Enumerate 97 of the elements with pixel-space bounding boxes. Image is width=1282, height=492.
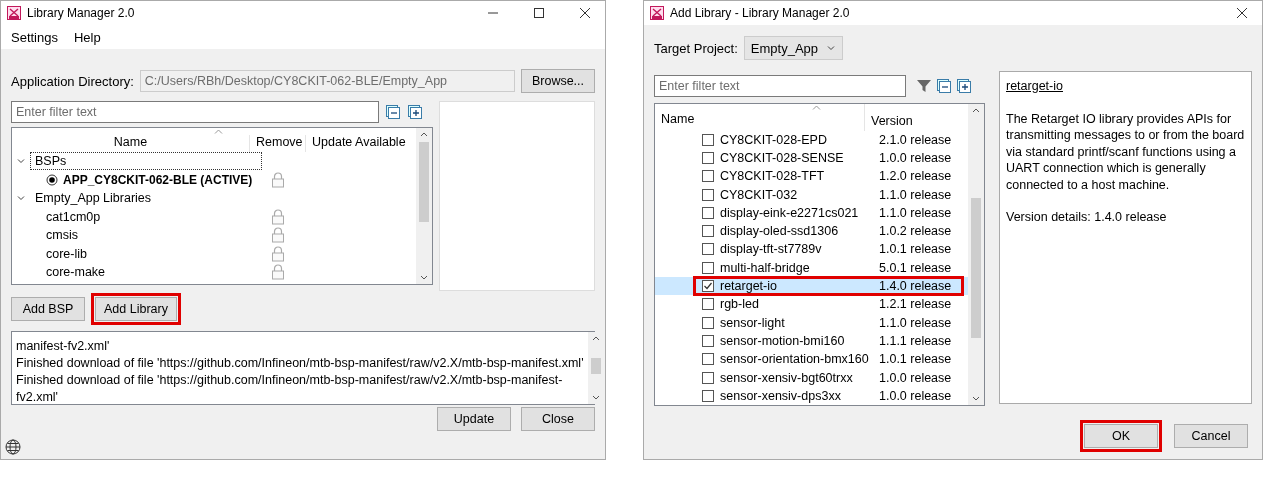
library-name: sensor-xensiv-bgt60trxx: [719, 370, 854, 385]
window-title: Library Manager 2.0: [27, 6, 136, 20]
selected-row[interactable]: retarget-io 1.4.0 release: [655, 276, 968, 296]
footer-button[interactable]: Close: [521, 407, 595, 431]
library-version: 1.1.0 release: [879, 187, 953, 202]
tree-item[interactable]: APP_CY8CKIT-062-BLE (ACTIVE): [63, 172, 253, 187]
tree-item[interactable]: core-make: [46, 265, 106, 280]
close-icon[interactable]: [577, 5, 593, 21]
library-name: retarget-io: [719, 279, 778, 294]
checkbox[interactable]: [702, 389, 714, 402]
checkbox[interactable]: [702, 170, 714, 183]
collapse-all-icon[interactable]: [936, 78, 952, 94]
scrollbar[interactable]: [416, 128, 432, 284]
dialog-button[interactable]: Cancel: [1174, 424, 1248, 448]
footer-button[interactable]: Update: [437, 407, 511, 431]
library-name: CY8CKIT-028-TFT: [719, 169, 826, 184]
library-version: 1.1.1 release: [879, 333, 953, 348]
sort-caret-icon: [214, 129, 223, 134]
menu-item[interactable]: Help: [66, 29, 109, 45]
tree-group[interactable]: BSPs: [30, 152, 262, 171]
library-name: CY8CKIT-028-SENSE: [719, 151, 845, 165]
checkbox[interactable]: [702, 280, 714, 293]
version-details: Version details: 1.4.0 release: [1006, 209, 1168, 226]
library-version: 1.1.0 release: [879, 205, 953, 220]
app-icon: [7, 6, 21, 20]
library-title: retarget-io: [1006, 78, 1064, 95]
column-header[interactable]: Name: [655, 104, 865, 131]
tree-item[interactable]: cat1cm0p: [46, 209, 101, 224]
filter-field[interactable]: Enter filter text: [654, 75, 906, 97]
log-text: manifest-fv2.xml' Finished download of file 'https://github.com/Infineon/mtb-bsp-manifest/raw/v2.X/mtb-bsp-manifest.xml' Finished download of file 'https://github.com/Infineon/mtb-bsp-manifest/raw/v2.X/mtb-bsp-manifest- fv2.xml': [15, 338, 585, 404]
library-name: CY8CKIT-028-EPD: [719, 132, 828, 147]
tree-item[interactable]: cmsis: [46, 228, 78, 243]
library-version: 1.0.0 release: [879, 388, 953, 403]
library-name: CY8CKIT-032: [719, 187, 799, 202]
expand-all-icon[interactable]: [956, 78, 972, 94]
dialog-button[interactable]: OK: [1084, 424, 1158, 448]
library-version: 1.1.0 release: [879, 315, 953, 330]
browse-button[interactable]: Browse...: [521, 69, 595, 93]
checkbox[interactable]: [702, 225, 714, 238]
checkbox[interactable]: [702, 298, 714, 311]
scrollbar-thumb[interactable]: [971, 198, 981, 338]
checkbox[interactable]: [702, 152, 714, 164]
add-button[interactable]: Add Library: [95, 297, 177, 321]
library-version: 2.1.0 release: [879, 132, 953, 147]
checkbox[interactable]: [702, 188, 714, 201]
library-name: sensor-xensiv-dps3xx: [719, 388, 842, 403]
checkbox[interactable]: [702, 133, 714, 146]
tree-item[interactable]: core-lib: [46, 246, 87, 261]
project-dropdown[interactable]: Empty_App: [743, 36, 844, 60]
expand-all-icon[interactable]: [407, 104, 423, 120]
checkbox[interactable]: [702, 261, 714, 274]
library-version: 1.0.2 release: [879, 224, 953, 239]
window-title: Add Library - Library Manager 2.0: [670, 6, 851, 20]
collapse-all-icon[interactable]: [385, 104, 401, 120]
library-name: display-tft-st7789v: [719, 242, 823, 257]
close-icon[interactable]: [1234, 5, 1250, 21]
column-header[interactable]: Update Available: [306, 135, 412, 152]
checkbox[interactable]: [702, 334, 714, 347]
filter-icon[interactable]: [916, 78, 932, 94]
field-label: Target Project:: [654, 40, 738, 56]
checkbox[interactable]: [702, 371, 714, 384]
radio-button[interactable]: [46, 173, 58, 186]
library-name: sensor-motion-bmi160: [719, 333, 846, 348]
menu-item[interactable]: Settings: [3, 29, 66, 45]
checkbox[interactable]: [702, 353, 714, 366]
library-name: sensor-orientation-bmx160: [719, 352, 870, 367]
checkbox[interactable]: [702, 243, 714, 256]
globe-icon[interactable]: [5, 439, 21, 455]
add-button[interactable]: Add BSP: [11, 297, 85, 321]
library-description: The Retarget IO library provides APIs for transmitting messages to or from the board via standard printf/scanf functions using a UART connection which is generally connected to a host machine.: [1006, 110, 1245, 193]
tree-group[interactable]: Empty_App Libraries: [30, 189, 262, 208]
library-name: display-eink-e2271cs021: [719, 205, 860, 220]
maximize-icon[interactable]: [531, 5, 547, 21]
filter-field[interactable]: Enter filter text: [11, 101, 379, 123]
scrollbar-thumb[interactable]: [419, 142, 429, 222]
library-version: 1.4.0 release: [879, 279, 953, 294]
library-name: display-oled-ssd1306: [719, 224, 840, 239]
checkbox[interactable]: [702, 316, 714, 329]
column-header[interactable]: Remove: [250, 135, 306, 152]
scrollbar-thumb[interactable]: [590, 358, 601, 374]
field-label: Application Directory:: [11, 73, 134, 89]
library-version: 1.0.0 release: [879, 151, 953, 165]
library-version: 1.0.1 release: [879, 242, 953, 257]
column-header[interactable]: Name: [12, 135, 250, 152]
library-version: 1.2.0 release: [879, 169, 953, 184]
library-version: 1.0.1 release: [879, 352, 953, 367]
app-icon: [650, 6, 664, 20]
library-name: rgb-led: [719, 297, 760, 312]
scrollbar[interactable]: [968, 104, 984, 405]
library-version: 1.2.1 release: [879, 297, 953, 312]
column-header[interactable]: Version: [865, 106, 919, 129]
sort-caret-icon: [811, 105, 821, 110]
library-version: 5.0.1 release: [879, 260, 953, 275]
library-name: multi-half-bridge: [719, 260, 811, 275]
library-version: 1.0.0 release: [879, 370, 953, 385]
checkbox[interactable]: [702, 206, 714, 219]
library-name: sensor-light: [719, 315, 786, 330]
